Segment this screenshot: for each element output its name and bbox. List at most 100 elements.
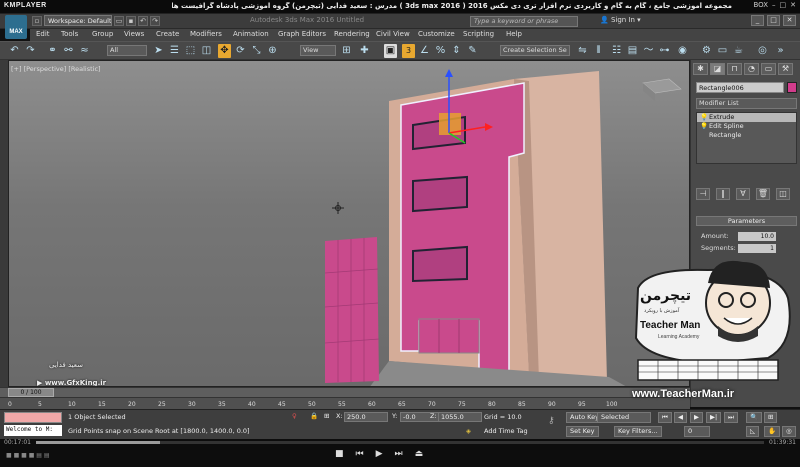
schematic-view-icon[interactable]: ⊶	[658, 44, 671, 58]
select-by-name-icon[interactable]: ☰	[168, 44, 181, 58]
percent-snap-icon[interactable]: %	[434, 44, 447, 58]
modify-tab-icon[interactable]: ◪	[710, 63, 725, 75]
previous-icon[interactable]: ⏮	[356, 449, 364, 459]
menu-modifiers[interactable]: Modifiers	[190, 30, 222, 38]
curve-editor-icon[interactable]: 〜	[642, 44, 655, 58]
orbit-icon[interactable]: ◎	[782, 426, 796, 437]
seek-bar[interactable]	[36, 441, 764, 444]
sign-in-button[interactable]: 👤 Sign In ▾	[600, 16, 641, 24]
select-object-icon[interactable]: ➤	[152, 44, 165, 58]
menu-edit[interactable]: Edit	[36, 30, 50, 38]
unlink-icon[interactable]: ⚯	[62, 44, 75, 58]
select-manipulate-icon[interactable]: ✚	[358, 44, 371, 58]
snap-toggle-icon[interactable]: 3	[402, 44, 415, 58]
door-panel[interactable]	[325, 237, 379, 383]
hierarchy-tab-icon[interactable]: ⊓	[727, 63, 742, 75]
layer-manager-icon[interactable]: ☷	[610, 44, 623, 58]
zoom-icon[interactable]: 🔍	[746, 412, 763, 423]
utilities-tab-icon[interactable]: ⚒	[778, 63, 793, 75]
mirror-icon[interactable]: ⇋	[576, 44, 589, 58]
move-tool-icon[interactable]: ✥	[218, 44, 231, 58]
set-key-button[interactable]: Set Key	[566, 426, 599, 437]
app-minimize-icon[interactable]: _	[751, 15, 764, 26]
menu-graph-editors[interactable]: Graph Editors	[278, 30, 326, 38]
spinner-snap-icon[interactable]: ⇕	[450, 44, 463, 58]
menu-animation[interactable]: Animation	[233, 30, 269, 38]
window-crossing-icon[interactable]: ◫	[200, 44, 213, 58]
reference-coordinate-dropdown[interactable]: View	[300, 45, 336, 56]
previous-frame-icon[interactable]: ◀	[674, 412, 687, 423]
display-tab-icon[interactable]: ▭	[761, 63, 776, 75]
menu-civil-view[interactable]: Civil View	[376, 30, 410, 38]
perspective-viewport[interactable]: [+] [Perspective] [Realistic] سعید فدایی…	[8, 60, 690, 387]
selection-lock-icon[interactable]: 🔒	[310, 412, 318, 420]
keyboard-shortcut-icon[interactable]: ▣	[384, 44, 397, 58]
redo-tool-icon[interactable]: ↷	[24, 44, 37, 58]
play-icon[interactable]: ▶	[690, 412, 703, 423]
render-iterative-icon[interactable]: ◎	[756, 44, 769, 58]
time-slider[interactable]: 0 / 100	[0, 387, 690, 397]
rendered-frame-icon[interactable]: ▭	[716, 44, 729, 58]
graphite-ribbon-icon[interactable]: ▤	[626, 44, 639, 58]
go-to-start-icon[interactable]: ⏮	[658, 412, 672, 423]
key-selection-dropdown[interactable]: Selected	[597, 412, 651, 423]
app-logo-button[interactable]: MAX	[5, 15, 27, 39]
workspace-dropdown[interactable]: Workspace: Default	[44, 15, 112, 26]
search-input[interactable]: Type a keyword or phrase	[470, 16, 578, 27]
place-icon[interactable]: ⊕	[266, 44, 279, 58]
make-unique-icon[interactable]: ∀	[736, 188, 750, 200]
align-icon[interactable]: ⫴	[592, 44, 605, 58]
time-slider-thumb[interactable]: 0 / 100	[8, 388, 54, 397]
field-of-view-icon[interactable]: ◺	[746, 426, 759, 437]
menu-tools[interactable]: Tools	[61, 30, 78, 38]
light-bulb-icon[interactable]: 💡	[700, 122, 708, 131]
menu-create[interactable]: Create	[156, 30, 179, 38]
close-icon[interactable]: ✕	[790, 1, 796, 9]
object-name-field[interactable]: Rectangle006	[696, 82, 784, 93]
object-color-swatch[interactable]	[787, 82, 797, 93]
menu-rendering[interactable]: Rendering	[334, 30, 370, 38]
create-tab-icon[interactable]: ✱	[693, 63, 708, 75]
rectangular-selection-icon[interactable]: ⬚	[184, 44, 197, 58]
selection-filter-dropdown[interactable]: All	[107, 45, 147, 56]
amount-spinner[interactable]: 10.0	[738, 232, 776, 241]
menu-scripting[interactable]: Scripting	[463, 30, 494, 38]
time-tag-icon[interactable]: ◈	[466, 427, 471, 435]
new-file-icon[interactable]: ▫	[32, 15, 42, 26]
pin-stack-icon[interactable]: ⊣	[696, 188, 710, 200]
add-time-tag-button[interactable]: Add Time Tag	[484, 427, 528, 435]
absolute-mode-icon[interactable]: ⊞	[324, 412, 329, 420]
x-coordinate-field[interactable]: 250.0	[344, 412, 388, 422]
pivot-center-icon[interactable]: ⊞	[340, 44, 353, 58]
menu-customize[interactable]: Customize	[418, 30, 455, 38]
undo-icon[interactable]: ↶	[138, 15, 148, 26]
maxscript-mini-listener[interactable]	[4, 412, 62, 423]
material-editor-icon[interactable]: ◉	[676, 44, 689, 58]
eject-icon[interactable]: ⏏	[415, 449, 424, 459]
show-end-result-icon[interactable]: ‖	[716, 188, 730, 200]
go-to-end-icon[interactable]: ⏭	[724, 412, 738, 423]
player-mode-buttons[interactable]: ■ ■ ■ ■ ▤ ▤	[6, 452, 50, 459]
pan-icon[interactable]: ✋	[764, 426, 781, 437]
menu-views[interactable]: Views	[124, 30, 144, 38]
viewcube-icon[interactable]	[642, 78, 682, 101]
save-icon[interactable]: ▪	[126, 15, 136, 26]
bind-space-warp-icon[interactable]: ≈	[78, 44, 91, 58]
stack-item-edit-spline[interactable]: 💡 Edit Spline	[697, 122, 796, 131]
zoom-all-icon[interactable]: ⊞	[764, 412, 778, 423]
rotate-tool-icon[interactable]: ⟳	[234, 44, 247, 58]
maximize-icon[interactable]: □	[780, 1, 787, 9]
remove-modifier-icon[interactable]: 🗑	[756, 188, 770, 200]
undo-tool-icon[interactable]: ↶	[8, 44, 21, 58]
z-coordinate-field[interactable]: 1055.0	[438, 412, 482, 422]
next-frame-icon[interactable]: ▶|	[706, 412, 722, 423]
key-filters-button[interactable]: Key Filters...	[614, 426, 662, 437]
render-production-icon[interactable]: ☕	[732, 44, 745, 58]
menu-help[interactable]: Help	[506, 30, 522, 38]
configure-modifier-sets-icon[interactable]: ◫	[776, 188, 790, 200]
render-setup-icon[interactable]: ⚙	[700, 44, 713, 58]
track-bar[interactable]: 0 5 10 15 20 25 30 35 40 45 50 55 60 65 …	[0, 397, 690, 409]
next-icon[interactable]: ⏭	[395, 449, 403, 459]
motion-tab-icon[interactable]: ◔	[744, 63, 759, 75]
maxscript-listener-input[interactable]: Welcome to M:	[4, 425, 62, 436]
